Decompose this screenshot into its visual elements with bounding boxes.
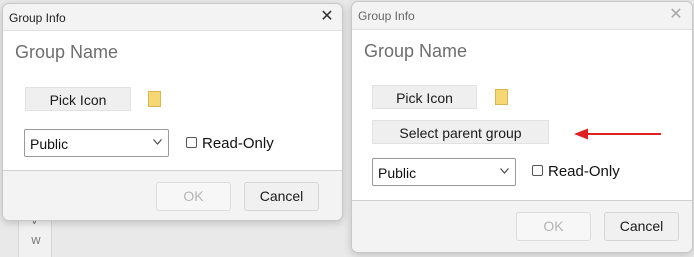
group-name-input[interactable]: [13, 41, 297, 64]
pick-icon-button[interactable]: Pick Icon: [25, 87, 131, 111]
titlebar: Group Info ✕: [3, 4, 342, 30]
visibility-value: Public: [30, 136, 69, 152]
group-name-field[interactable]: [352, 29, 692, 74]
close-icon[interactable]: ✕: [666, 5, 686, 25]
pick-icon-button[interactable]: Pick Icon: [372, 85, 477, 109]
dialog-footer: OK Cancel: [3, 170, 342, 220]
dialog-body: Pick Icon Select parent group Public Rea…: [352, 73, 692, 201]
chevron-down-icon: [500, 168, 509, 174]
background-list-letter: W: [31, 236, 41, 247]
visibility-value: Public: [378, 165, 417, 181]
readonly-checkbox[interactable]: [532, 165, 543, 176]
red-arrow-annotation: [574, 128, 661, 140]
select-parent-group-button[interactable]: Select parent group: [372, 120, 549, 144]
screen: V W Group Info ✕ Pick Icon Public: [0, 0, 694, 257]
chevron-down-icon: [153, 139, 162, 145]
visibility-select[interactable]: Public: [24, 129, 169, 157]
readonly-checkbox[interactable]: [186, 137, 197, 148]
readonly-checkbox-row[interactable]: Read-Only: [186, 135, 296, 153]
readonly-label: Read-Only: [202, 135, 274, 152]
ok-button[interactable]: OK: [156, 182, 231, 211]
close-icon[interactable]: ✕: [317, 7, 337, 27]
dialog-body: Pick Icon Public Read-Only: [3, 73, 342, 170]
titlebar: Group Info ✕: [352, 2, 692, 28]
readonly-checkbox-row[interactable]: Read-Only: [532, 163, 642, 181]
visibility-select[interactable]: Public: [372, 158, 516, 186]
dialog-title: Group Info: [358, 9, 415, 23]
dialog-title: Group Info: [9, 11, 66, 25]
ok-button[interactable]: OK: [516, 212, 591, 241]
group-name-input[interactable]: [362, 40, 646, 63]
group-info-dialog-right: Group Info ✕ Pick Icon Select parent gro…: [351, 1, 693, 253]
folder-icon: [148, 91, 161, 107]
dialog-footer: OK Cancel: [352, 200, 692, 252]
cancel-button[interactable]: Cancel: [244, 182, 319, 211]
readonly-label: Read-Only: [548, 163, 620, 180]
group-name-field[interactable]: [3, 30, 342, 74]
cancel-button[interactable]: Cancel: [604, 212, 679, 241]
group-info-dialog-left: Group Info ✕ Pick Icon Public Read-Only: [2, 3, 343, 221]
folder-icon: [495, 89, 508, 105]
